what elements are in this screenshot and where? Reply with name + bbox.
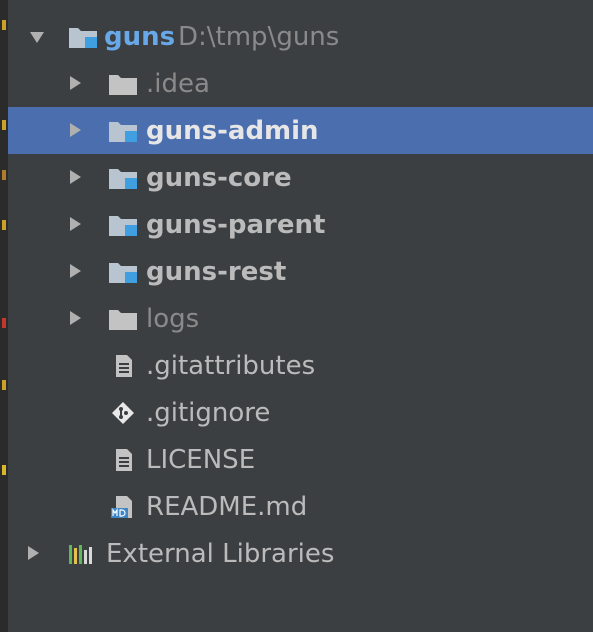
folder-icon [109,74,137,95]
module-folder-icon [109,215,137,236]
git-diamond-icon [112,401,134,424]
tree-item-guns-parent[interactable]: guns-parent [8,201,593,248]
tree-item-guns-core[interactable]: guns-core [8,154,593,201]
chevron-right-icon[interactable] [70,264,81,278]
tree-item-label: guns-rest [146,256,287,287]
tree-item-readme[interactable]: README.md [8,483,593,530]
tree-item-label: LICENSE [146,444,256,475]
project-tree: guns D:\tmp\guns .idea guns-admin guns-c… [8,13,593,577]
folder-icon [109,309,137,330]
gutter-marker [2,170,6,180]
module-folder-icon [69,27,97,48]
gutter-marker [2,318,6,328]
chevron-right-icon[interactable] [70,123,81,137]
tree-item-label: README.md [146,491,308,522]
tree-item-guns-admin[interactable]: guns-admin [8,107,593,154]
module-folder-icon [109,168,137,189]
chevron-right-icon[interactable] [70,217,81,231]
tree-item-logs[interactable]: logs [8,295,593,342]
root-name: guns [104,21,176,52]
tree-root-guns[interactable]: guns D:\tmp\guns [8,13,593,60]
module-folder-icon [109,262,137,283]
chevron-right-icon[interactable] [28,546,39,560]
gutter-marker [2,20,6,30]
tree-item-label: guns-parent [146,209,326,240]
libraries-icon [69,544,92,564]
gutter-marker [2,380,6,390]
tree-item-external-libraries[interactable]: External Libraries [8,530,593,577]
chevron-right-icon[interactable] [70,76,81,90]
tree-item-idea[interactable]: .idea [8,60,593,107]
gutter-marker [2,120,6,130]
gutter-marker [2,220,6,230]
text-file-icon [116,448,132,471]
tree-item-license[interactable]: LICENSE [8,436,593,483]
tree-item-gitignore[interactable]: .gitignore [8,389,593,436]
tree-item-gitattributes[interactable]: .gitattributes [8,342,593,389]
editor-gutter [0,0,8,632]
module-folder-icon [109,121,137,142]
tree-item-label: guns-admin [146,115,319,146]
chevron-right-icon[interactable] [70,170,81,184]
root-path: D:\tmp\guns [178,21,340,52]
text-file-icon [116,354,132,377]
tree-item-label: .gitattributes [146,350,316,381]
tree-item-guns-rest[interactable]: guns-rest [8,248,593,295]
chevron-down-icon[interactable] [30,32,44,43]
tree-item-label: .gitignore [146,397,271,428]
tree-item-label: guns-core [146,162,292,193]
tree-item-label: External Libraries [106,538,335,569]
tree-item-label: logs [146,303,200,334]
chevron-right-icon[interactable] [70,311,81,325]
tree-item-label: .idea [146,68,210,99]
gutter-marker [2,465,6,475]
markdown-file-icon [111,495,132,518]
